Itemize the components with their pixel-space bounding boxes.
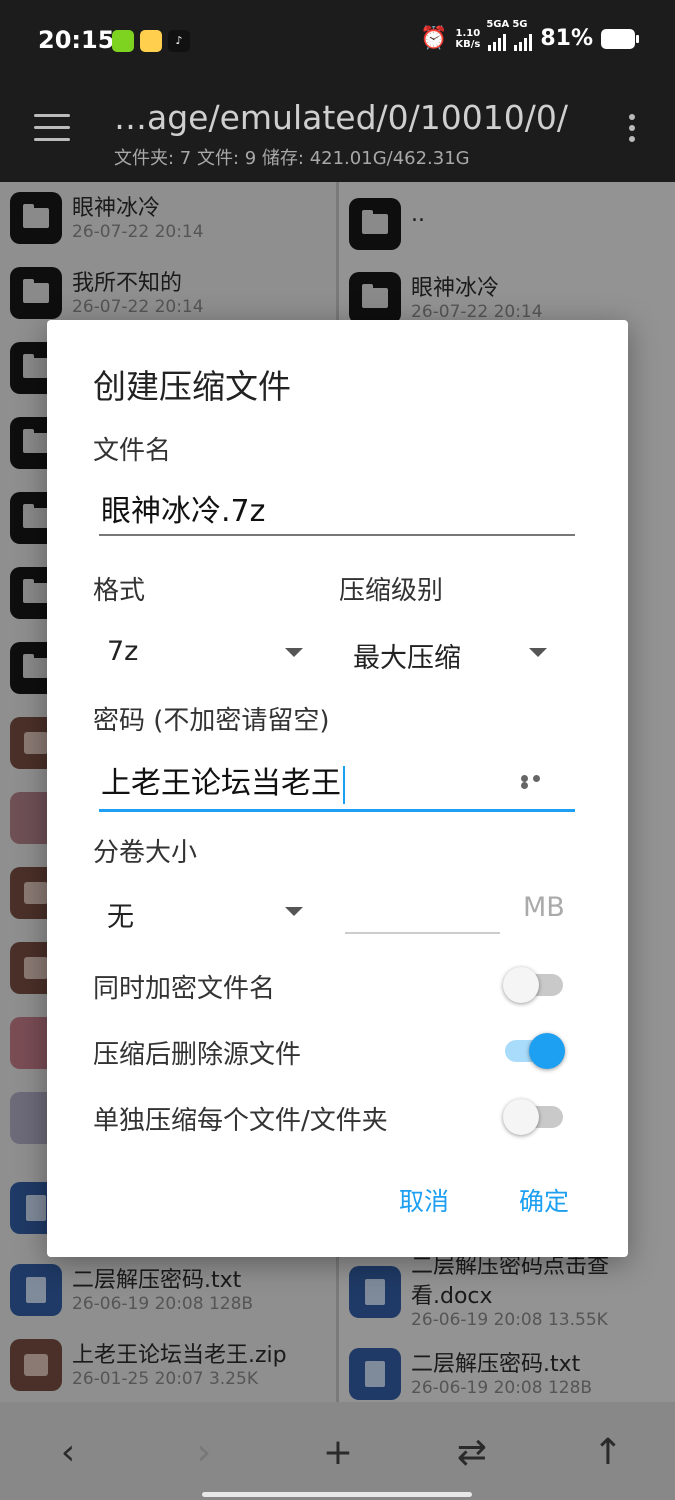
delete-source-toggle[interactable] — [503, 1030, 565, 1070]
clock: 20:15 — [38, 26, 115, 54]
file-meta: 26-07-22 20:14 — [72, 297, 204, 317]
volume-unit: MB — [523, 892, 565, 923]
signal-sim2: 5G — [512, 19, 533, 51]
app-notification-icon — [112, 30, 134, 52]
file-row[interactable]: 二层解压密码.txt 26-06-19 20:08 128B — [0, 1254, 336, 1329]
file-row[interactable]: 二层解压密码.txt 26-06-19 20:08 128B — [339, 1338, 675, 1402]
file-name: 上老王论坛当老王.zip — [72, 1343, 287, 1368]
compression-level-select[interactable]: 最大压缩 — [353, 636, 549, 676]
file-row[interactable]: 眼神冰冷 26-07-22 20:14 — [0, 182, 336, 257]
status-bar: 20:15 ♪ ⏰ 1.10 KB/s 5GA 5G 81% — [0, 0, 675, 84]
format-label: 格式 — [93, 576, 146, 606]
forward-icon[interactable]: › — [184, 1432, 224, 1473]
delete-source-label: 压缩后删除源文件 — [93, 1040, 302, 1070]
menu-icon[interactable] — [34, 114, 70, 142]
signal-sim1: 5GA — [486, 19, 509, 51]
alarm-icon: ⏰ — [419, 26, 448, 51]
ok-button[interactable]: 确定 — [519, 1182, 569, 1218]
file-name: 二层解压密码.txt — [72, 1268, 242, 1293]
file-name: 眼神冰冷 — [72, 196, 161, 221]
battery-icon — [601, 28, 639, 49]
encrypt-names-toggle[interactable] — [503, 964, 565, 1004]
filename-label: 文件名 — [93, 436, 172, 466]
file-name: 看.docx — [411, 1284, 493, 1309]
folder-icon — [349, 198, 401, 250]
net-speed: 1.10 KB/s — [455, 27, 481, 50]
up-icon[interactable]: ↑ — [588, 1432, 628, 1473]
parent-dir-row[interactable]: .. — [339, 188, 675, 263]
archive-icon — [10, 1339, 62, 1391]
file-name: 眼神冰冷 — [411, 276, 500, 301]
folder-icon — [10, 192, 62, 244]
app-bar: …age/emulated/0/10010/0/ 文件夹: 7 文件: 9 储存… — [0, 84, 675, 182]
notes-notification-icon — [140, 30, 162, 52]
dialog-title: 创建压缩文件 — [93, 367, 291, 406]
file-meta: 26-06-19 20:08 128B — [411, 1378, 593, 1398]
chevron-down-icon — [285, 907, 303, 916]
file-meta: 26-06-19 20:08 13.55K — [411, 1310, 608, 1330]
separate-archive-toggle[interactable] — [503, 1096, 565, 1136]
volume-size-input[interactable] — [345, 932, 500, 934]
signal-bars-icon — [488, 33, 507, 51]
file-row[interactable]: 二层解压密码点击查 看.docx 26-06-19 20:08 13.55K — [339, 1248, 675, 1338]
chevron-down-icon — [529, 648, 547, 657]
bottom-toolbar: ‹ › + ⇄ ↑ — [0, 1402, 675, 1500]
more-options-icon[interactable] — [629, 114, 637, 146]
password-label: 密码 (不加密请留空) — [93, 706, 330, 736]
document-icon — [349, 1348, 401, 1400]
file-name: 二层解压密码.txt — [411, 1352, 581, 1377]
chevron-down-icon — [285, 648, 303, 657]
swap-icon[interactable]: ⇄ — [452, 1432, 492, 1473]
signal-bars-icon — [514, 33, 533, 51]
file-name: .. — [411, 202, 425, 227]
compression-level-label: 压缩级别 — [339, 576, 444, 606]
storage-info: 文件夹: 7 文件: 9 储存: 421.01G/462.31G — [114, 148, 470, 169]
password-input[interactable]: 上老王论坛当老王 — [99, 758, 575, 812]
cancel-button[interactable]: 取消 — [399, 1182, 449, 1218]
document-icon — [349, 1266, 401, 1318]
show-password-icon[interactable] — [521, 775, 555, 789]
add-icon[interactable]: + — [318, 1432, 358, 1473]
file-meta: 26-07-22 20:14 — [72, 222, 204, 242]
tiktok-notification-icon: ♪ — [168, 30, 190, 52]
status-right: ⏰ 1.10 KB/s 5GA 5G 81% — [419, 19, 639, 51]
file-meta: 26-06-19 20:08 128B — [72, 1294, 254, 1314]
file-meta: 26-01-25 20:07 3.25K — [72, 1369, 258, 1389]
file-meta: 26-07-22 20:14 — [411, 302, 543, 322]
encrypt-names-label: 同时加密文件名 — [93, 974, 276, 1004]
separate-archive-label: 单独压缩每个文件/文件夹 — [93, 1106, 388, 1136]
filename-input[interactable]: 眼神冰冷.7z — [99, 486, 575, 536]
back-icon[interactable]: ‹ — [48, 1432, 88, 1473]
folder-icon — [10, 267, 62, 319]
battery-level: 81% — [540, 26, 593, 51]
file-name: 我所不知的 — [72, 271, 183, 296]
create-archive-dialog: 创建压缩文件 文件名 眼神冰冷.7z 格式 压缩级别 7z 最大压缩 密码 (不… — [47, 320, 628, 1257]
folder-icon — [349, 272, 401, 324]
current-path[interactable]: …age/emulated/0/10010/0/ — [114, 98, 568, 137]
text-caret — [343, 765, 345, 804]
volume-size-label: 分卷大小 — [93, 838, 198, 868]
document-icon — [10, 1264, 62, 1316]
notification-icons: ♪ — [112, 30, 190, 52]
volume-size-select[interactable]: 无 — [107, 895, 305, 935]
home-indicator[interactable] — [202, 1492, 472, 1497]
file-row[interactable]: 上老王论坛当老王.zip 26-01-25 20:07 3.25K — [0, 1329, 336, 1402]
format-select[interactable]: 7z — [107, 636, 305, 676]
